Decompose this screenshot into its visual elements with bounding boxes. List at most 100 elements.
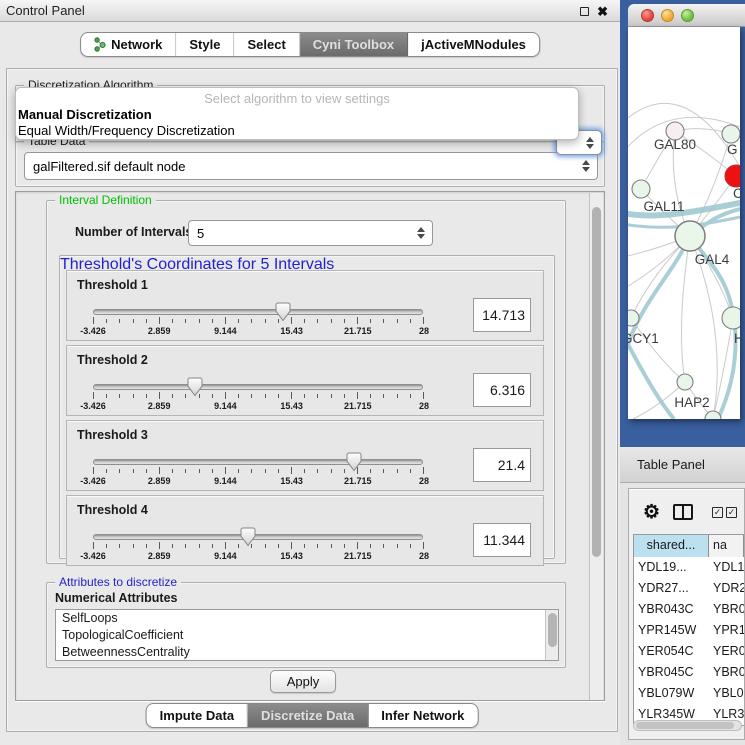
panel-title: Control Panel xyxy=(6,3,85,18)
threshold-value-field[interactable]: 6.316 xyxy=(473,373,531,407)
gear-icon[interactable]: ⚙ xyxy=(643,503,660,522)
numerical-attributes-label: Numerical Attributes xyxy=(55,591,177,605)
tab-discretize-data[interactable]: Discretize Data xyxy=(248,704,368,727)
slider-tick-labels: -3.4262.8599.14415.4321.71528 xyxy=(93,551,424,562)
tab-impute-data[interactable]: Impute Data xyxy=(147,704,248,727)
slider-tick-labels: -3.4262.8599.14415.4321.71528 xyxy=(93,476,424,487)
partial-node-top-right[interactable] xyxy=(722,125,740,143)
main-vertical-scrollbar[interactable] xyxy=(589,193,603,701)
combo-arrows-icon xyxy=(417,227,425,239)
zoom-traffic-light-icon[interactable] xyxy=(681,9,694,22)
threshold-slider-track[interactable] xyxy=(93,459,423,465)
shared-name-cell: YBR045C xyxy=(634,662,709,683)
slider-tick-labels: -3.4262.8599.14415.4321.71528 xyxy=(93,401,424,412)
table-row[interactable]: YDL19...YDL1 xyxy=(634,557,744,578)
tab-style[interactable]: Style xyxy=(176,33,234,56)
list-scrollbar[interactable] xyxy=(545,610,558,660)
threshold-slider-track[interactable] xyxy=(93,534,423,540)
slider-ticks xyxy=(93,392,424,401)
name-cell: YBR0 xyxy=(709,599,744,620)
gal4-node[interactable] xyxy=(675,221,705,251)
attribute-list-item[interactable]: TopologicalCoefficient xyxy=(56,627,558,644)
table-row[interactable]: YER054CYER0 xyxy=(634,641,744,662)
num-intervals-combo[interactable]: 5 xyxy=(188,220,433,246)
shared-name-cell: YBL079W xyxy=(634,683,709,704)
table-row[interactable]: YDR27...YDR2 xyxy=(634,578,744,599)
threshold-row: Threshold 1-3.4262.8599.14415.4321.71528… xyxy=(66,270,544,341)
table-panel: ⚙ ✓ ✓ shared... na YDL19...YDL1YDR27...Y… xyxy=(620,483,745,745)
checkbox-checked-icon[interactable]: ✓ xyxy=(712,507,723,518)
tab-select[interactable]: Select xyxy=(234,33,299,56)
table-panel-titlebar: Table Panel xyxy=(620,447,745,483)
apply-button[interactable]: Apply xyxy=(270,670,336,693)
threshold-label: Threshold 1 xyxy=(77,278,148,292)
threshold-value-field[interactable]: 11.344 xyxy=(473,523,531,557)
threshold-row: Threshold 3-3.4262.8599.14415.4321.71528… xyxy=(66,420,544,491)
attribute-list-item[interactable]: BetweennessCentrality xyxy=(56,644,558,661)
algorithm-placeholder-option[interactable]: Select algorithm to view settings xyxy=(16,91,578,106)
node-attribute-table[interactable]: shared... na YDL19...YDL1YDR27...YDR2YBR… xyxy=(633,534,744,726)
minimize-traffic-light-icon[interactable] xyxy=(661,9,674,22)
table-panel-toolbar: ⚙ ✓ ✓ xyxy=(629,497,744,527)
table-data-combo[interactable]: galFiltered.sif default node xyxy=(24,152,598,180)
column-visibility-checkboxes: ✓ ✓ xyxy=(712,507,737,518)
table-panel-title: Table Panel xyxy=(637,457,705,472)
partial-node-top-right-label: G xyxy=(727,142,738,157)
float-window-icon[interactable] xyxy=(580,7,589,16)
slider-ticks xyxy=(93,467,424,476)
name-cell: YDL1 xyxy=(709,557,744,578)
close-icon[interactable]: ✖ xyxy=(597,5,608,18)
column-header-shared-name[interactable]: shared... xyxy=(634,535,709,557)
close-traffic-light-icon[interactable] xyxy=(641,9,654,22)
attributes-title: Attributes to discretize xyxy=(55,575,181,589)
control-panel: Control Panel ✖ Network Style Select Cyn… xyxy=(0,0,620,745)
num-intervals-label: Number of Intervals xyxy=(75,225,192,239)
combo-arrows-icon xyxy=(586,137,594,149)
name-cell: YDR2 xyxy=(709,578,744,599)
table-row[interactable]: YBR045CYBR0 xyxy=(634,662,744,683)
interval-definition-title: Interval Definition xyxy=(55,193,156,207)
gal4-node-label: GAL4 xyxy=(695,252,730,267)
tab-infer-network[interactable]: Infer Network xyxy=(368,704,477,727)
interval-definition-group: Interval Definition Number of Intervals … xyxy=(46,200,566,564)
network-window-titlebar[interactable] xyxy=(628,4,745,27)
gcy1-node[interactable] xyxy=(628,310,639,326)
shared-name-cell: YDR27... xyxy=(634,578,709,599)
table-horizontal-scrollbar[interactable] xyxy=(633,720,742,731)
table-row[interactable]: YPR145WYPR1 xyxy=(634,620,744,641)
hap2-node[interactable] xyxy=(677,374,693,390)
table-row[interactable]: YBR043CYBR0 xyxy=(634,599,744,620)
shared-name-cell: YBR043C xyxy=(634,599,709,620)
algorithm-option-equal-width[interactable]: Equal Width/Frequency Discretization xyxy=(18,123,235,138)
name-cell: YBR0 xyxy=(709,662,744,683)
threshold-value-field[interactable]: 21.4 xyxy=(473,448,531,482)
split-columns-icon[interactable] xyxy=(673,504,693,520)
checkbox-checked-icon[interactable]: ✓ xyxy=(726,507,737,518)
threshold-label: Threshold 2 xyxy=(77,353,148,367)
gal11-node[interactable] xyxy=(632,180,650,198)
red-node-label: C xyxy=(733,186,740,201)
slider-ticks xyxy=(93,317,424,326)
tab-jactivemnodules[interactable]: jActiveMNodules xyxy=(408,33,539,56)
network-canvas[interactable]: GAL80GCGAL11GAL4GCY1HHAP2 xyxy=(628,27,740,419)
tab-cyni-toolbox[interactable]: Cyni Toolbox xyxy=(300,33,408,56)
threshold-slider-track[interactable] xyxy=(93,384,423,390)
gal80-node-label: GAL80 xyxy=(654,137,696,152)
threshold-slider-track[interactable] xyxy=(93,309,423,315)
algorithm-option-manual[interactable]: Manual Discretization xyxy=(18,107,152,122)
h-node[interactable] xyxy=(722,307,740,329)
column-header-name[interactable]: na xyxy=(709,535,744,557)
attribute-list-item[interactable]: SelfLoops xyxy=(56,610,558,627)
shared-name-cell: YPR145W xyxy=(634,620,709,641)
h-node-label: H xyxy=(734,331,740,346)
shared-name-cell: YDL19... xyxy=(634,557,709,578)
tab-network[interactable]: Network xyxy=(81,33,176,56)
threshold-value-field[interactable]: 14.713 xyxy=(473,298,531,332)
attributes-group: Attributes to discretize Numerical Attri… xyxy=(46,582,566,668)
top-tab-bar: Network Style Select Cyni Toolbox jActiv… xyxy=(80,32,540,57)
table-row[interactable]: YBL079WYBL0 xyxy=(634,683,744,704)
cyni-toolbox-panel: Discretization Algorithm Select algorith… xyxy=(6,68,618,732)
threshold-row: Threshold 4-3.4262.8599.14415.4321.71528… xyxy=(66,495,544,566)
numerical-attributes-list[interactable]: SelfLoopsTopologicalCoefficientBetweenne… xyxy=(55,609,559,661)
hap2-node-label: HAP2 xyxy=(674,395,709,410)
